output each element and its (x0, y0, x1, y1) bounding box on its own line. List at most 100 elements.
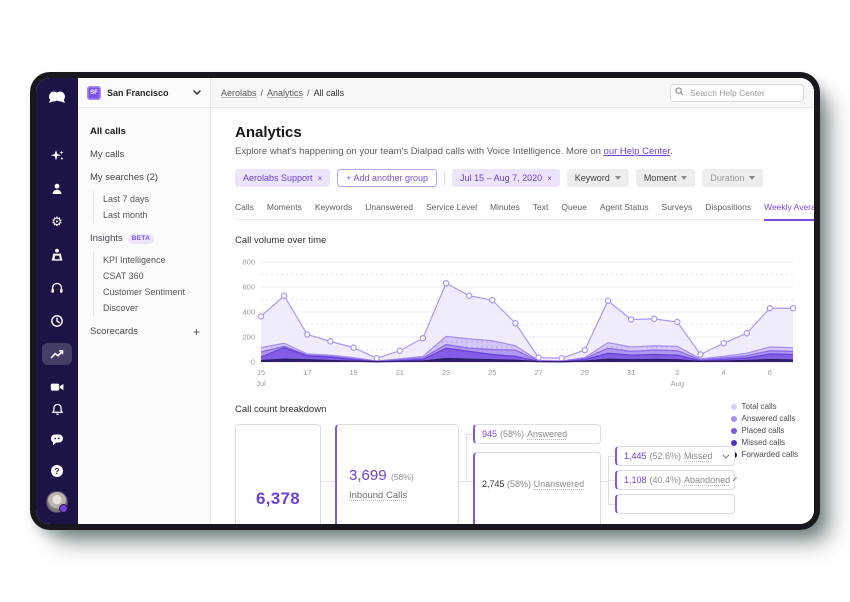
tab-moments[interactable]: Moments (267, 202, 302, 219)
analytics-chart-icon[interactable] (42, 343, 72, 365)
sidebar-item-all-calls[interactable]: All calls (90, 120, 200, 143)
add-scorecard-button[interactable]: + (193, 325, 200, 339)
office-name: San Francisco (107, 87, 169, 98)
search-input[interactable] (670, 84, 804, 102)
svg-text:17: 17 (303, 368, 311, 377)
sidebar-item-last-month[interactable]: Last month (103, 207, 200, 223)
answered-value: 945 (482, 429, 498, 439)
missed-label: Missed (684, 451, 713, 461)
svg-text:25: 25 (488, 368, 496, 377)
dialpad-logo[interactable] (42, 90, 72, 105)
date-range-chip[interactable]: Jul 15 – Aug 7, 2020 × (452, 169, 560, 187)
beta-badge: BETA (127, 233, 155, 244)
tab-dispositions[interactable]: Dispositions (705, 202, 751, 219)
total-calls-card[interactable]: 6,378 (235, 424, 321, 524)
sidebar-item-customer-sentiment[interactable]: Customer Sentiment (103, 284, 200, 300)
connector-line (466, 434, 473, 435)
main-panel: Aerolabs / Analytics / All calls Analyti… (211, 78, 814, 524)
rail-top-icons: ⚙ (42, 145, 72, 398)
tab-weekly-averages[interactable]: Weekly Averages (764, 202, 814, 219)
breadcrumb: Aerolabs / Analytics / All calls (221, 88, 344, 98)
unanswered-card[interactable]: 2,745 (58%) Unanswered (473, 452, 601, 524)
connector-line (608, 504, 615, 505)
duration-dropdown[interactable]: Duration (702, 169, 764, 187)
sidebar-item-label: Discover (103, 303, 139, 313)
user-avatar[interactable] (46, 491, 68, 513)
keyword-dropdown[interactable]: Keyword (566, 169, 629, 187)
remove-date-icon[interactable]: × (547, 174, 552, 183)
tab-text[interactable]: Text (533, 202, 549, 219)
video-camera-icon[interactable] (42, 376, 72, 398)
tab-calls[interactable]: Calls (235, 202, 254, 219)
breadcrumb-analytics[interactable]: Analytics (267, 88, 303, 98)
tab-service-level[interactable]: Service Level (426, 202, 477, 219)
tab-keywords[interactable]: Keywords (315, 202, 352, 219)
sidebar-item-scorecards[interactable]: Scorecards + (90, 320, 200, 343)
sidebar-item-kpi-intelligence[interactable]: KPI Intelligence (103, 252, 200, 268)
add-group-button[interactable]: + Add another group (337, 169, 438, 187)
sidebar-item-last-7-days[interactable]: Last 7 days (103, 191, 200, 207)
breadcrumb-aerolabs[interactable]: Aerolabs (221, 88, 257, 98)
group-filter-chip[interactable]: Aerolabs Support × (235, 169, 331, 187)
moment-dropdown[interactable]: Moment (635, 169, 696, 187)
sidebar-item-label: All calls (90, 126, 126, 137)
unanswered-pct: (58%) (507, 479, 532, 489)
total-calls-value: 6,378 (255, 489, 301, 508)
answered-card[interactable]: 945 (58%) Answered (473, 424, 601, 444)
settings-gear-icon[interactable]: ⚙ (42, 211, 72, 233)
chat-bubble-icon[interactable] (42, 429, 72, 451)
sidebar-item-my-searches[interactable]: My searches (2) (90, 166, 200, 189)
sidebar-item-label: Last 7 days (103, 194, 150, 204)
svg-text:4: 4 (722, 368, 726, 377)
ai-sparkles-icon[interactable] (42, 145, 72, 167)
remove-group-icon[interactable]: × (318, 174, 323, 183)
saved-searches-group: Last 7 days Last month (93, 191, 200, 223)
contacts-icon[interactable] (42, 178, 72, 200)
tab-queue[interactable]: Queue (561, 202, 587, 219)
tab-minutes[interactable]: Minutes (490, 202, 520, 219)
sidebar-item-my-calls[interactable]: My calls (90, 143, 200, 166)
inbound-calls-card[interactable]: 3,699 (58%) Inbound Calls (335, 424, 459, 524)
svg-text:800: 800 (242, 258, 255, 267)
breadcrumb-separator: / (307, 87, 310, 98)
office-selector[interactable]: SF San Francisco (78, 78, 210, 108)
inbound-label: Inbound Calls (349, 490, 408, 501)
svg-text:Aug: Aug (671, 379, 684, 388)
headset-icon[interactable] (42, 277, 72, 299)
sidebar-item-discover[interactable]: Discover (103, 300, 200, 316)
svg-text:6: 6 (768, 368, 772, 377)
svg-text:0: 0 (251, 358, 255, 367)
breakdown-cards: 6,378 3,699 (58%) Inbound Calls 945 (58%… (235, 424, 800, 524)
missed-card[interactable]: 1,445 (52.6%) Missed (615, 446, 735, 466)
chevron-down-icon (681, 176, 688, 180)
window-frame: ⚙ ? SF San Francisco All calls My calls … (30, 72, 820, 530)
history-icon[interactable] (42, 310, 72, 332)
notifications-bell-icon[interactable] (42, 398, 72, 420)
help-center-link[interactable]: our Help Center (604, 146, 671, 157)
chevron-down-icon[interactable] (722, 451, 730, 459)
breakdown-title: Call count breakdown (235, 404, 327, 415)
svg-text:19: 19 (349, 368, 357, 377)
chevron-down-icon (193, 90, 201, 95)
breadcrumb-current: All calls (313, 87, 345, 98)
answered-label: Answered (527, 429, 568, 439)
legend-dot (730, 415, 737, 422)
connector-line (466, 434, 467, 482)
tab-agent-status[interactable]: Agent Status (600, 202, 649, 219)
sidebar-item-insights[interactable]: Insights BETA (90, 227, 200, 250)
sidebar-item-csat-360[interactable]: CSAT 360 (103, 268, 200, 284)
dialpad-app: ⚙ ? SF San Francisco All calls My calls … (36, 78, 814, 524)
help-icon[interactable]: ? (42, 460, 72, 482)
tab-unanswered[interactable]: Unanswered (365, 202, 413, 219)
help-search (670, 83, 804, 102)
sidebar-item-label: KPI Intelligence (103, 255, 166, 265)
filter-divider (444, 170, 446, 186)
chevron-down-icon[interactable] (732, 476, 738, 481)
coaching-icon[interactable] (42, 244, 72, 266)
svg-text:15: 15 (257, 368, 265, 377)
abandoned-card[interactable]: 1,108 (40.4%) Abandoned (615, 470, 738, 490)
date-range-label: Jul 15 – Aug 7, 2020 (460, 173, 543, 183)
office-badge: SF (87, 85, 101, 100)
tab-surveys[interactable]: Surveys (662, 202, 693, 219)
partial-card[interactable] (615, 494, 735, 514)
